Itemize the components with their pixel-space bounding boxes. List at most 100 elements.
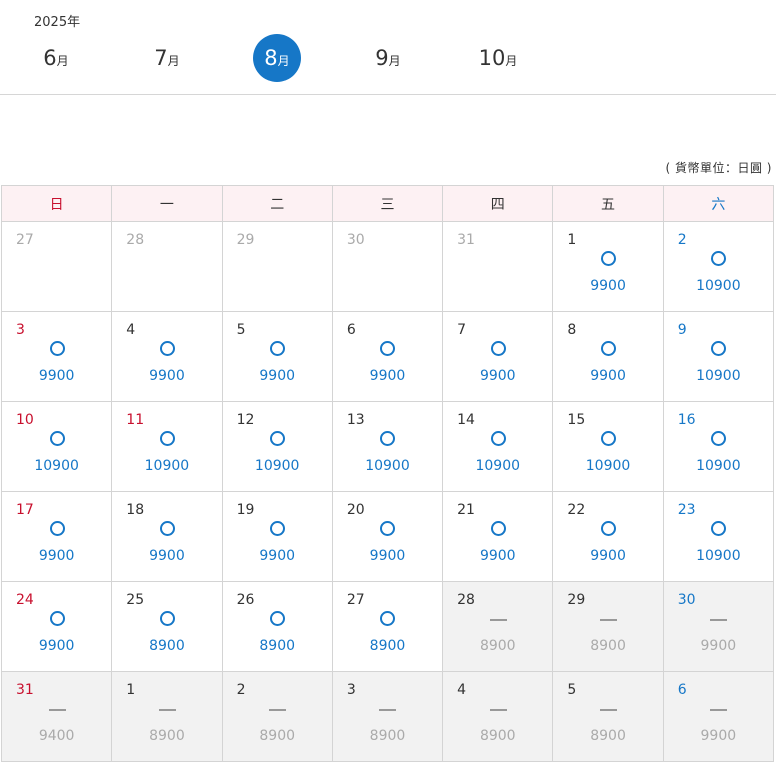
circle-icon — [711, 431, 727, 446]
circle-icon — [711, 251, 727, 266]
available-circle-icon — [223, 431, 332, 447]
day-number: 31 — [16, 682, 34, 698]
month-selector: 6月 7月 8月 9月 10月 — [0, 34, 560, 82]
calendar-day-cell[interactable]: 3 9900 — [0, 311, 113, 402]
month-tab-9[interactable]: 9月 — [364, 34, 412, 82]
day-number: 7 — [457, 322, 467, 338]
day-number: 29 — [567, 592, 586, 608]
dash-icon — [600, 619, 618, 621]
circle-icon — [601, 431, 617, 446]
day-number: 24 — [16, 592, 34, 608]
calendar-day-cell[interactable]: 26 8900 — [221, 581, 333, 672]
day-price: 8900 — [369, 638, 406, 654]
unavailable-dash-icon — [553, 611, 662, 627]
circle-icon — [711, 341, 727, 356]
available-circle-icon — [223, 341, 332, 357]
day-number: 31 — [457, 232, 475, 248]
available-circle-icon — [553, 341, 662, 357]
dash-icon — [710, 619, 728, 621]
available-circle-icon — [664, 341, 773, 357]
calendar-day-cell[interactable]: 9 10900 — [662, 311, 775, 402]
calendar-day-cell[interactable]: 17 9900 — [0, 491, 113, 582]
calendar-day-cell[interactable]: 14 10900 — [442, 401, 554, 492]
day-number: 27 — [346, 592, 365, 608]
year-label: 2025年 — [34, 15, 81, 30]
available-circle-icon — [2, 611, 111, 627]
circle-icon — [270, 341, 286, 356]
calendar-day-cell[interactable]: 12 10900 — [221, 401, 333, 492]
day-number: 3 — [16, 322, 25, 338]
calendar-day-cell: 29 — [221, 221, 333, 312]
calendar-day-cell[interactable]: 20 9900 — [331, 491, 444, 582]
calendar-day-cell: 28 — [111, 221, 223, 312]
available-circle-icon — [333, 611, 442, 627]
dash-icon — [600, 709, 618, 711]
calendar-day-cell[interactable]: 19 9900 — [221, 491, 333, 582]
calendar-day-cell: 31 9400 — [0, 671, 113, 762]
weekday-sun: 日 — [0, 185, 113, 222]
unavailable-dash-icon — [443, 701, 552, 717]
currency-note: ( 貨幣單位：日圓 ) — [665, 161, 772, 175]
calendar-day-cell[interactable]: 5 9900 — [221, 311, 333, 402]
day-number: 9 — [677, 322, 687, 338]
circle-icon — [159, 341, 175, 356]
day-number: 6 — [346, 322, 356, 338]
calendar-day-cell[interactable]: 18 9900 — [111, 491, 223, 582]
day-number: 30 — [346, 232, 365, 248]
unavailable-dash-icon — [333, 701, 442, 717]
available-circle-icon — [664, 521, 773, 537]
calendar-day-cell: 30 9900 — [662, 581, 775, 672]
day-price: 9900 — [38, 638, 75, 654]
unavailable-dash-icon — [2, 701, 111, 717]
month-tab-10[interactable]: 10月 — [474, 34, 522, 82]
calendar-day-cell[interactable]: 27 8900 — [331, 581, 444, 672]
day-price: 10900 — [475, 458, 521, 474]
calendar-day-cell[interactable]: 13 10900 — [331, 401, 444, 492]
day-price: 8900 — [590, 728, 626, 744]
calendar-day-cell[interactable]: 15 10900 — [552, 401, 664, 492]
calendar-day-cell[interactable]: 7 9900 — [442, 311, 554, 402]
day-price: 8900 — [479, 638, 516, 654]
calendar-day-cell[interactable]: 16 10900 — [662, 401, 775, 492]
available-circle-icon — [2, 341, 111, 357]
available-circle-icon — [553, 431, 662, 447]
calendar-day-cell[interactable]: 6 9900 — [331, 311, 444, 402]
calendar-week-row: 27 28 29 30 31 1 9900 2 10900 — [0, 221, 775, 312]
month-unit: 月 — [505, 54, 518, 68]
calendar-day-cell[interactable]: 23 10900 — [662, 491, 775, 582]
month-tab-6[interactable]: 6月 — [32, 34, 80, 82]
calendar-day-cell: 29 8900 — [552, 581, 664, 672]
calendar-day-cell: 27 — [0, 221, 113, 312]
day-price: 8900 — [259, 728, 296, 744]
month-number: 7 — [154, 46, 168, 70]
day-number: 1 — [126, 682, 136, 698]
day-price: 9900 — [149, 548, 185, 564]
day-price: 10900 — [585, 458, 631, 474]
day-number: 17 — [16, 502, 34, 518]
weekday-mon: 一 — [111, 185, 223, 222]
calendar-day-cell[interactable]: 10 10900 — [0, 401, 113, 492]
calendar-day-cell[interactable]: 22 9900 — [552, 491, 664, 582]
calendar-day-cell[interactable]: 11 10900 — [111, 401, 223, 492]
circle-icon — [49, 341, 65, 356]
calendar-day-cell[interactable]: 8 9900 — [552, 311, 664, 402]
calendar-day-cell[interactable]: 2 10900 — [662, 221, 775, 312]
calendar-week-row: 17 9900 18 9900 19 9900 20 9900 21 9900 22 9900 23 10… — [0, 491, 775, 582]
circle-icon — [270, 431, 286, 446]
day-number: 28 — [126, 232, 145, 248]
month-number: 8 — [264, 46, 278, 70]
available-circle-icon — [112, 341, 221, 357]
day-price: 9900 — [700, 728, 737, 744]
calendar-day-cell[interactable]: 1 9900 — [552, 221, 664, 312]
month-tab-8[interactable]: 8月 — [253, 34, 301, 82]
dash-icon — [489, 709, 507, 711]
month-tab-7[interactable]: 7月 — [143, 34, 191, 82]
circle-icon — [711, 521, 727, 536]
month-unit: 月 — [56, 54, 69, 68]
calendar-day-cell[interactable]: 25 8900 — [111, 581, 223, 672]
calendar-day-cell[interactable]: 4 9900 — [111, 311, 223, 402]
day-price: 8900 — [149, 728, 185, 744]
unavailable-dash-icon — [223, 701, 332, 717]
calendar-day-cell[interactable]: 21 9900 — [442, 491, 554, 582]
calendar-day-cell[interactable]: 24 9900 — [0, 581, 113, 672]
